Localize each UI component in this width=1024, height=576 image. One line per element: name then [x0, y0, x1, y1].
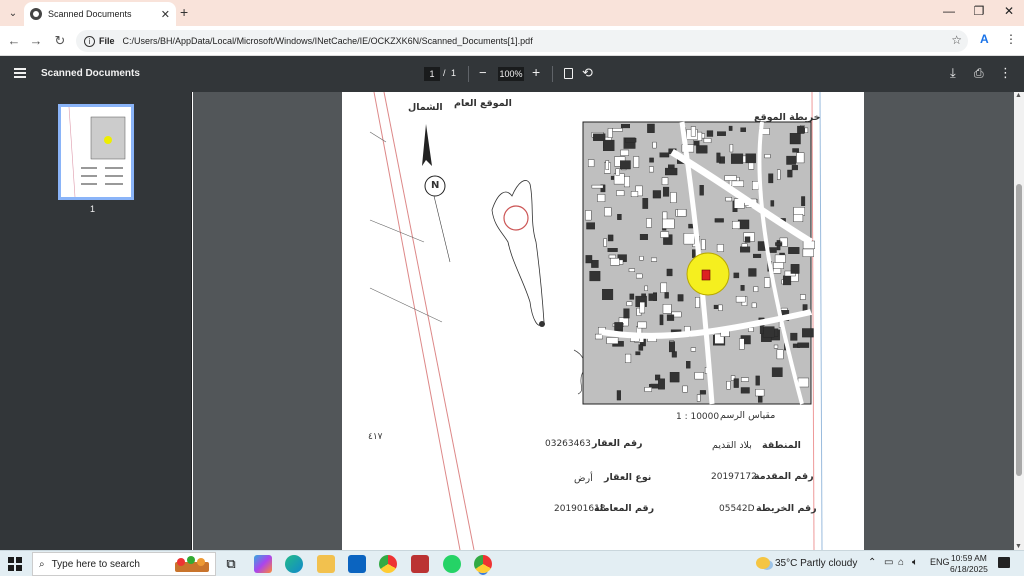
taskbar-search-box[interactable]: ⌕ Type here to search: [32, 552, 216, 576]
toolbar-divider: [468, 66, 469, 82]
partly-cloudy-icon: [756, 557, 770, 569]
field-label-property-no: رقم العقار: [592, 438, 643, 449]
field-label-property-type: نوع العقار: [604, 472, 652, 483]
forward-button[interactable]: →: [27, 33, 45, 48]
notification-icon[interactable]: [998, 557, 1010, 568]
field-value-submission-no: 20197172: [711, 472, 757, 482]
detail-map: [582, 121, 815, 405]
scroll-up-icon[interactable]: ▲: [1015, 92, 1022, 99]
download-icon[interactable]: ⤓: [950, 65, 956, 81]
scrollbar-thumb[interactable]: [1016, 184, 1022, 476]
meet-icon[interactable]: ▭: [884, 557, 893, 568]
whatsapp-icon[interactable]: [443, 555, 461, 573]
language-indicator[interactable]: ENG: [930, 557, 950, 567]
zoom-in-button[interactable]: +: [532, 64, 540, 80]
browser-menu-icon[interactable]: ⋮: [1005, 32, 1017, 46]
vertical-scrollbar[interactable]: ▲ ▼: [1014, 92, 1024, 550]
field-label-area: المنطقة: [762, 440, 801, 451]
network-icon[interactable]: ⌂: [898, 557, 904, 568]
page-separator: /: [443, 68, 446, 78]
field-value-transaction-no: 201901618: [554, 504, 606, 514]
page-total: 1: [451, 68, 457, 78]
globe-icon: [30, 8, 42, 20]
address-bar[interactable]: i File C:/Users/BH/AppData/Local/Microso…: [76, 30, 968, 52]
zoom-out-button[interactable]: −: [479, 65, 487, 80]
winrar-icon[interactable]: [411, 555, 429, 573]
thumbnail-sidebar: 1: [0, 92, 192, 550]
clock-date: 6/18/2025: [950, 564, 988, 574]
scale-label: مقياس الرسم: [720, 410, 776, 421]
thumbnail-page-number: 1: [90, 204, 96, 214]
sidebar-menu-icon[interactable]: [14, 66, 26, 80]
search-highlight-image: [175, 556, 209, 572]
edge-icon[interactable]: [285, 555, 303, 573]
general-location-label: الموقع العام: [454, 98, 512, 109]
file-explorer-icon[interactable]: [317, 555, 335, 573]
rotate-icon[interactable]: ⟲: [582, 65, 593, 81]
reload-button[interactable]: ↻: [51, 33, 69, 49]
toolbar-divider: [552, 66, 553, 82]
volume-icon[interactable]: 🔈︎: [912, 557, 918, 568]
outlook-icon[interactable]: [348, 555, 366, 573]
show-hidden-icons[interactable]: ⌃: [868, 557, 876, 568]
field-value-map-no: 05542D: [719, 504, 755, 514]
chrome-icon[interactable]: [379, 555, 397, 573]
north-letter: N: [431, 180, 440, 191]
system-clock[interactable]: 10:59 AM 6/18/2025: [950, 553, 988, 575]
new-tab-button[interactable]: +: [180, 4, 188, 20]
windows-start-icon[interactable]: [8, 557, 22, 571]
fit-page-icon[interactable]: [564, 68, 573, 79]
task-view-icon[interactable]: ⧉: [222, 555, 240, 573]
navigation-bar: ← → ↻ i File C:/Users/BH/AppData/Local/M…: [0, 26, 1024, 56]
print-icon[interactable]: ⎙: [974, 66, 984, 81]
page-number-input[interactable]: 1: [424, 67, 440, 81]
profile-icon[interactable]: A: [980, 32, 989, 46]
address-scheme: File: [99, 36, 115, 46]
tab-title: Scanned Documents: [48, 9, 132, 19]
pdf-viewer[interactable]: خريطة الموقع الموقع العام الشمال N 1 : 1…: [193, 92, 1014, 550]
back-button[interactable]: ←: [5, 33, 23, 48]
chrome-active-icon[interactable]: [474, 555, 492, 573]
taskbar: ⌕ Type here to search ⧉ 35°C Partly clou…: [0, 550, 1024, 576]
zoom-input[interactable]: 100%: [498, 67, 524, 81]
thumbnail-image: [61, 106, 131, 198]
pdf-page: خريطة الموقع الموقع العام الشمال N 1 : 1…: [342, 92, 864, 550]
search-placeholder: Type here to search: [51, 558, 140, 570]
north-label: الشمال: [408, 102, 443, 113]
page-mark: ٤١٧: [368, 432, 383, 442]
url-text[interactable]: C:/Users/BH/AppData/Local/Microsoft/Wind…: [123, 36, 533, 46]
page-thumbnail[interactable]: [58, 104, 134, 200]
copilot-icon[interactable]: [254, 555, 272, 573]
close-tab-icon[interactable]: ✕: [161, 8, 170, 21]
tab-search-button[interactable]: ⌄: [4, 4, 22, 22]
bookmark-star-icon[interactable]: ☆: [951, 33, 962, 47]
tab-strip: ⌄ Scanned Documents ✕ + — ❐ ✕: [0, 0, 1024, 26]
field-label-map-no: رقم الخريطة: [756, 503, 817, 514]
restore-button[interactable]: ❐: [964, 4, 994, 18]
field-value-area: بلاد القديم: [712, 440, 752, 451]
more-actions-icon[interactable]: ⋮: [999, 65, 1012, 81]
search-icon: ⌕: [39, 558, 45, 570]
minimize-button[interactable]: —: [934, 4, 964, 18]
info-icon[interactable]: i: [84, 35, 95, 47]
weather-widget[interactable]: 35°C Partly cloudy: [756, 557, 857, 569]
scale-value: 1 : 10000: [676, 412, 720, 422]
field-value-property-no: 03263463: [545, 439, 591, 449]
document-title: Scanned Documents: [41, 68, 140, 79]
field-value-property-type: أرض: [574, 473, 593, 484]
field-label-submission-no: رقم المقدمة: [754, 471, 814, 482]
browser-tab[interactable]: Scanned Documents ✕: [24, 2, 176, 26]
pdf-toolbar: Scanned Documents 1 / 1 − 100% + ⟲ ⤓ ⎙ ⋮: [0, 56, 1024, 92]
map-title: خريطة الموقع: [754, 112, 821, 123]
close-window-button[interactable]: ✕: [994, 4, 1024, 18]
scroll-down-icon[interactable]: ▼: [1015, 543, 1022, 550]
weather-text: 35°C Partly cloudy: [775, 557, 858, 569]
clock-time: 10:59 AM: [950, 553, 987, 563]
